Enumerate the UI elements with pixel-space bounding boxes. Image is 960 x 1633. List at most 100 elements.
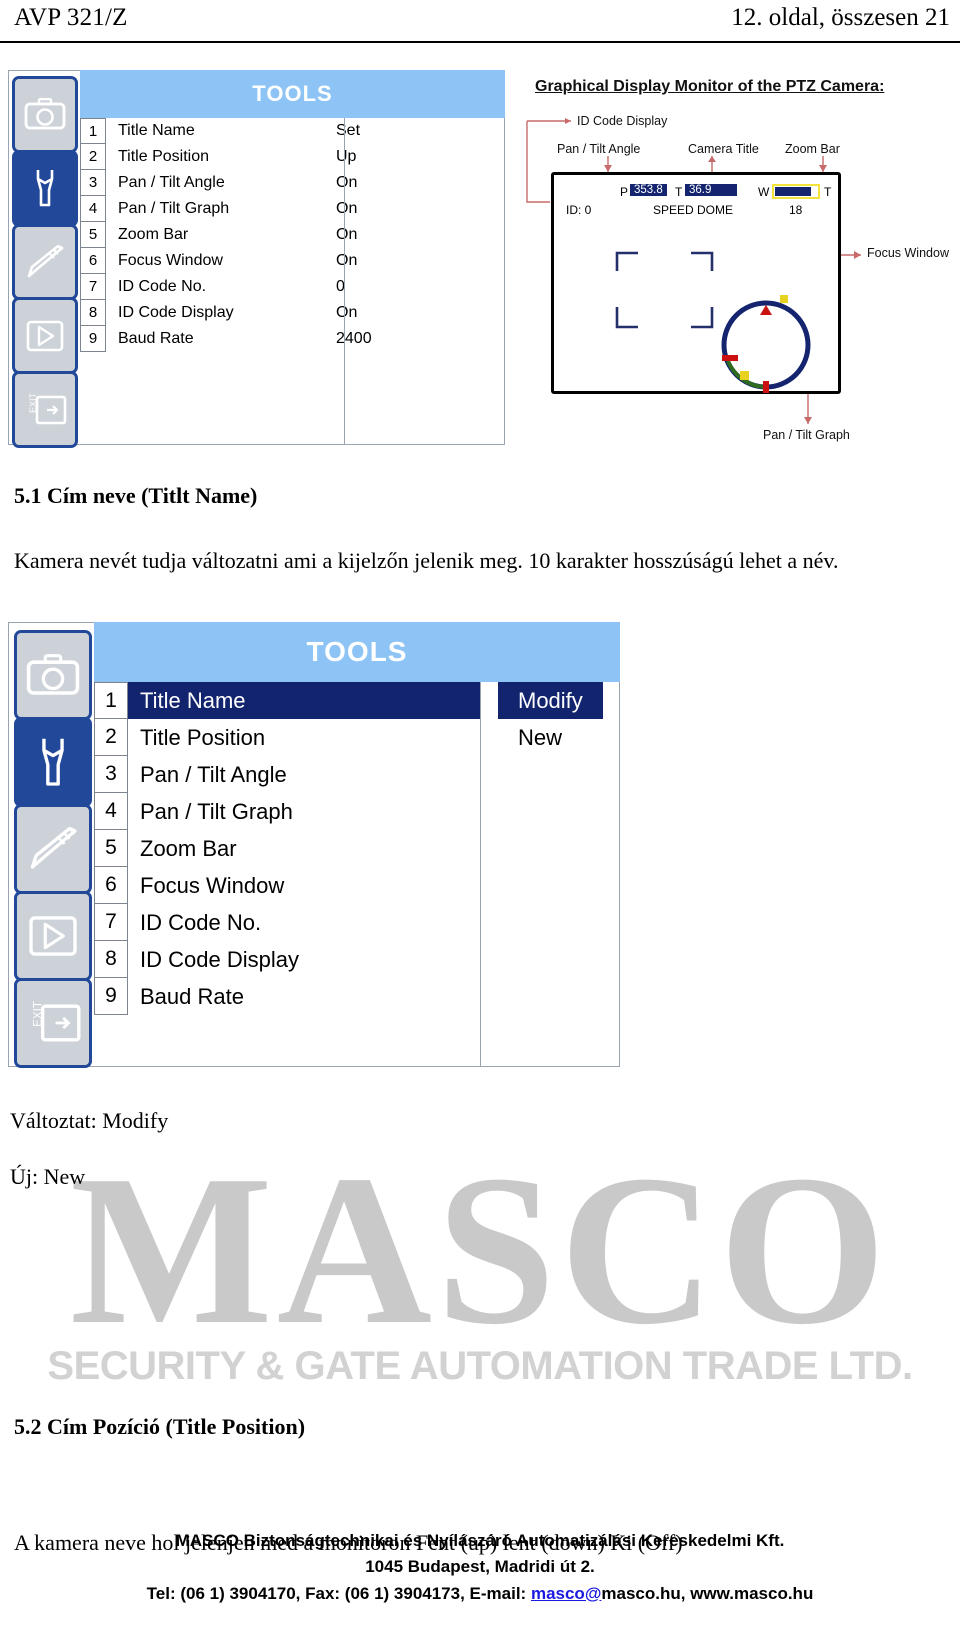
osd-row-value: Set [336, 122, 361, 139]
osd-row-number: 5 [94, 830, 128, 867]
osd-row[interactable]: 4 Pan / Tilt Graph On [80, 196, 505, 222]
osd-row-label: Pan / Tilt Graph [140, 799, 293, 824]
osd-row[interactable]: 7 ID Code No. [94, 904, 620, 941]
osd-row[interactable]: 6 Focus Window [94, 867, 620, 904]
osd-row[interactable]: 9 Baud Rate 2400 [80, 326, 505, 352]
osd-row-value: On [336, 252, 358, 269]
osd-row-number: 9 [80, 326, 106, 352]
exit-icon[interactable]: EXIT [14, 978, 92, 1068]
osd-row-number: 1 [80, 118, 106, 144]
page-header: AVP 321/Z 12. oldal, összesen 21 [0, 0, 960, 40]
osd-row-value: On [336, 174, 358, 191]
osd-row-label: Zoom Bar [118, 226, 189, 243]
osd-row-number: 6 [94, 867, 128, 904]
osd-row-number: 9 [94, 978, 128, 1015]
osd-row[interactable]: 4 Pan / Tilt Graph [94, 793, 620, 830]
osd-row-value [498, 867, 538, 904]
osd-row-label: Title Position [140, 725, 266, 750]
osd-row[interactable]: 8 ID Code Display [94, 941, 620, 978]
osd-row-label: Pan / Tilt Graph [118, 200, 230, 217]
osd-row-label: Baud Rate [140, 984, 244, 1009]
osd-row-value: New [518, 725, 563, 750]
header-divider [0, 41, 960, 43]
monitor-screen: P 353.8 T 36.9 ID: 0 SPEED DOME W T 18 [551, 172, 841, 394]
osd-row[interactable]: 2 Title Position New [94, 719, 620, 756]
osd-row-value [498, 904, 538, 941]
email-link[interactable]: masco@ [531, 1584, 601, 1603]
legend-line-modify: Változtat: Modify [10, 1108, 169, 1133]
page-number: 12. oldal, összesen 21 [731, 4, 950, 31]
osd-row-number: 3 [80, 170, 106, 196]
pan-tilt-graph [721, 295, 811, 393]
osd-row[interactable]: 6 Focus Window On [80, 248, 505, 274]
osd-row-label: Baud Rate [118, 330, 194, 347]
pencil-icon[interactable] [14, 804, 92, 894]
osd-row-number: 4 [94, 793, 128, 830]
osd-row[interactable]: 2 Title Position Up [80, 144, 505, 170]
osd-row-label: Pan / Tilt Angle [118, 174, 225, 191]
osd-row[interactable]: 3 Pan / Tilt Angle On [80, 170, 505, 196]
osd-row-number: 8 [94, 941, 128, 978]
osd-row-label: Focus Window [118, 252, 223, 269]
osd-row-value [498, 941, 538, 978]
osd-row-number: 4 [80, 196, 106, 222]
exit-icon[interactable]: EXIT [12, 371, 78, 448]
svg-text:EXIT: EXIT [28, 393, 38, 413]
osd-row[interactable]: 1 Title Name Modify [94, 682, 620, 719]
osd-row-label: Pan / Tilt Angle [140, 762, 287, 787]
osd-row[interactable]: 5 Zoom Bar On [80, 222, 505, 248]
osd-row[interactable]: 3 Pan / Tilt Angle [94, 756, 620, 793]
pencil-icon[interactable] [12, 223, 78, 301]
osd-row-value: 0 [336, 278, 345, 295]
ptz-diagram: Graphical Display Monitor of the PTZ Cam… [505, 70, 955, 450]
camera-icon[interactable] [14, 630, 92, 720]
osd-row-number: 6 [80, 248, 106, 274]
osd-row-value [498, 830, 538, 867]
watermark-sub: SECURITY & GATE AUTOMATION TRADE LTD. [47, 1344, 913, 1388]
footer-contact-prefix: Tel: (06 1) 3904170, Fax: (06 1) 3904173… [146, 1583, 531, 1603]
play-icon[interactable] [12, 297, 78, 375]
svg-text:EXIT: EXIT [31, 1001, 44, 1027]
section-5-2-body: A kamera neve hol jelenjen med a monitor… [14, 1530, 683, 1555]
osd-row-value [498, 978, 538, 1015]
osd-row-value [498, 793, 538, 830]
osd-row-value [498, 756, 538, 793]
osd-row[interactable]: 9 Baud Rate [94, 978, 620, 1015]
wrench-icon[interactable] [14, 717, 92, 807]
osd-row-label: Title Name [118, 122, 195, 139]
osd-row[interactable]: 5 Zoom Bar [94, 830, 620, 867]
osd-row-label: Title Position [118, 148, 209, 165]
osd-title: TOOLS [94, 622, 620, 682]
osd-row-label: Focus Window [140, 873, 285, 898]
footer-contact: Tel: (06 1) 3904170, Fax: (06 1) 3904173… [0, 1581, 960, 1607]
osd-row-label: ID Code No. [140, 910, 262, 935]
osd-menu-tools-2[interactable]: EXIT TOOLS 1 Title Name Modify 2 Title Posit… [8, 622, 620, 1068]
osd-row[interactable]: 1 Title Name Set [80, 118, 505, 144]
osd-row-value: On [336, 304, 358, 321]
osd-row-value: Up [336, 148, 357, 165]
section-5-2-heading: 5.2 Cím Pozíció (Title Position) [14, 1414, 306, 1439]
osd-row[interactable]: 8 ID Code Display On [80, 300, 505, 326]
wrench-icon[interactable] [12, 149, 78, 227]
osd-row-label: ID Code Display [118, 304, 234, 321]
camera-icon[interactable] [12, 76, 78, 153]
osd-row-number: 5 [80, 222, 106, 248]
document-code: AVP 321/Z [14, 4, 128, 31]
osd-row-number: 7 [80, 274, 106, 300]
osd-row-label: Zoom Bar [140, 836, 237, 861]
footer-address: 1045 Budapest, Madridi út 2. [365, 1557, 595, 1577]
osd-row-number: 8 [80, 300, 106, 326]
footer-contact-suffix: masco.hu, www.masco.hu [601, 1583, 814, 1603]
play-icon[interactable] [14, 891, 92, 981]
osd-row[interactable]: 7 ID Code No. 0 [80, 274, 505, 300]
section-5-1-body: Kamera nevét tudja változatni ami a kije… [14, 548, 839, 573]
osd-row-label: ID Code Display [140, 947, 299, 972]
osd-menu-tools-1[interactable]: EXIT TOOLS 1 Title Name Set 2 Title Position… [8, 70, 505, 448]
osd-title: TOOLS [80, 70, 505, 118]
osd-row-label: Title Name [128, 682, 480, 719]
osd-row-value: On [336, 226, 358, 243]
section-5-1-heading: 5.1 Cím neve (Titlt Name) [14, 483, 258, 508]
osd-row-number: 2 [80, 144, 106, 170]
osd-row-number: 2 [94, 719, 128, 756]
osd-row-value: Modify [498, 682, 603, 719]
